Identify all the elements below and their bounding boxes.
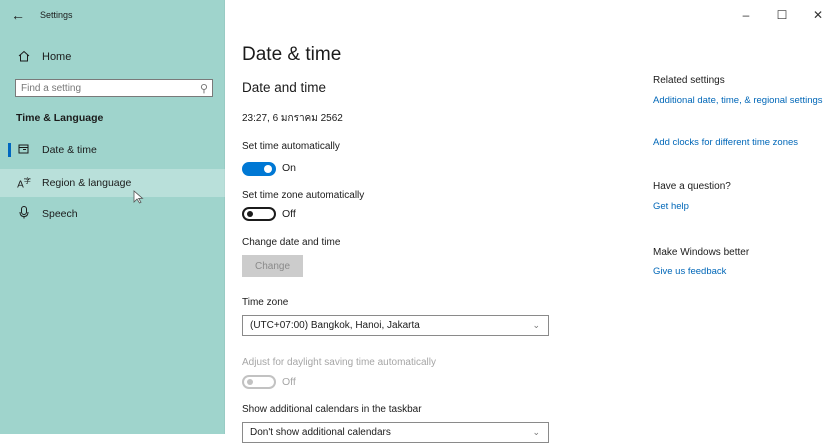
make-windows-better-heading: Make Windows better: [653, 247, 750, 258]
chevron-down-icon: ⌄: [532, 320, 540, 330]
back-arrow-icon[interactable]: ←: [10, 7, 26, 23]
set-time-auto-state: On: [282, 162, 297, 174]
maximize-icon[interactable]: ☐: [764, 0, 800, 30]
language-icon: A字: [17, 177, 31, 191]
search-icon[interactable]: ⚲: [194, 82, 208, 95]
set-time-auto-label: Set time automatically: [242, 141, 340, 152]
search-box[interactable]: ⚲: [15, 79, 213, 97]
time-zone-label: Time zone: [242, 297, 289, 308]
daylight-saving-toggle[interactable]: [242, 375, 276, 389]
sidebar-item-label: Region & language: [42, 177, 132, 189]
time-zone-value: (UTC+07:00) Bangkok, Hanoi, Jakarta: [250, 320, 420, 331]
app-title: Settings: [40, 10, 73, 20]
search-input[interactable]: [16, 82, 191, 94]
mouse-pointer-icon: [133, 190, 144, 204]
time-zone-dropdown[interactable]: (UTC+07:00) Bangkok, Hanoi, Jakarta ⌄: [242, 315, 549, 336]
toggle-knob: [247, 211, 253, 217]
sidebar-section-title: Time & Language: [16, 112, 104, 124]
feedback-link[interactable]: Give us feedback: [653, 265, 823, 278]
change-button[interactable]: Change: [242, 255, 303, 277]
daylight-saving-label: Adjust for daylight saving time automati…: [242, 357, 436, 368]
nav-home[interactable]: Home: [0, 44, 225, 70]
sidebar-item-region-language[interactable]: A字 Region & language: [0, 169, 225, 197]
calendars-value: Don't show additional calendars: [250, 427, 391, 438]
section-title: Date and time: [242, 80, 327, 95]
page-title: Date & time: [242, 44, 342, 65]
related-settings-heading: Related settings: [653, 75, 725, 86]
sidebar-item-label: Date & time: [42, 144, 97, 156]
get-help-link[interactable]: Get help: [653, 200, 823, 213]
main-content: – ☐ ✕ Date & time Date and time 23:27, 6…: [225, 0, 836, 443]
set-timezone-auto-toggle[interactable]: [242, 207, 276, 221]
sidebar-item-speech[interactable]: Speech: [0, 200, 225, 228]
current-datetime: 23:27, 6 มกราคม 2562: [242, 113, 343, 124]
set-time-auto-toggle[interactable]: [242, 162, 276, 176]
additional-settings-link[interactable]: Additional date, time, & regional settin…: [653, 94, 823, 107]
set-timezone-auto-label: Set time zone automatically: [242, 190, 365, 201]
question-heading: Have a question?: [653, 181, 731, 192]
title-bar-left: ← Settings: [0, 0, 225, 30]
microphone-icon: [16, 206, 32, 222]
home-icon: [16, 50, 32, 65]
window-controls: – ☐ ✕: [728, 0, 836, 30]
nav-home-label: Home: [42, 51, 72, 63]
chevron-down-icon: ⌄: [532, 427, 540, 437]
add-clocks-link[interactable]: Add clocks for different time zones: [653, 136, 836, 149]
sidebar: ← Settings Home ⚲ Time & Language Date &…: [0, 0, 225, 434]
calendars-label: Show additional calendars in the taskbar: [242, 404, 422, 415]
sidebar-item-date-time[interactable]: Date & time: [0, 136, 225, 164]
sidebar-item-label: Speech: [42, 208, 78, 220]
change-datetime-label: Change date and time: [242, 237, 341, 248]
calendars-dropdown[interactable]: Don't show additional calendars ⌄: [242, 422, 549, 443]
close-icon[interactable]: ✕: [800, 0, 836, 30]
toggle-knob: [264, 165, 272, 173]
minimize-icon[interactable]: –: [728, 0, 764, 30]
calendar-clock-icon: [16, 143, 32, 158]
set-timezone-auto-state: Off: [282, 208, 296, 220]
toggle-knob: [247, 379, 253, 385]
daylight-saving-state: Off: [282, 376, 296, 388]
